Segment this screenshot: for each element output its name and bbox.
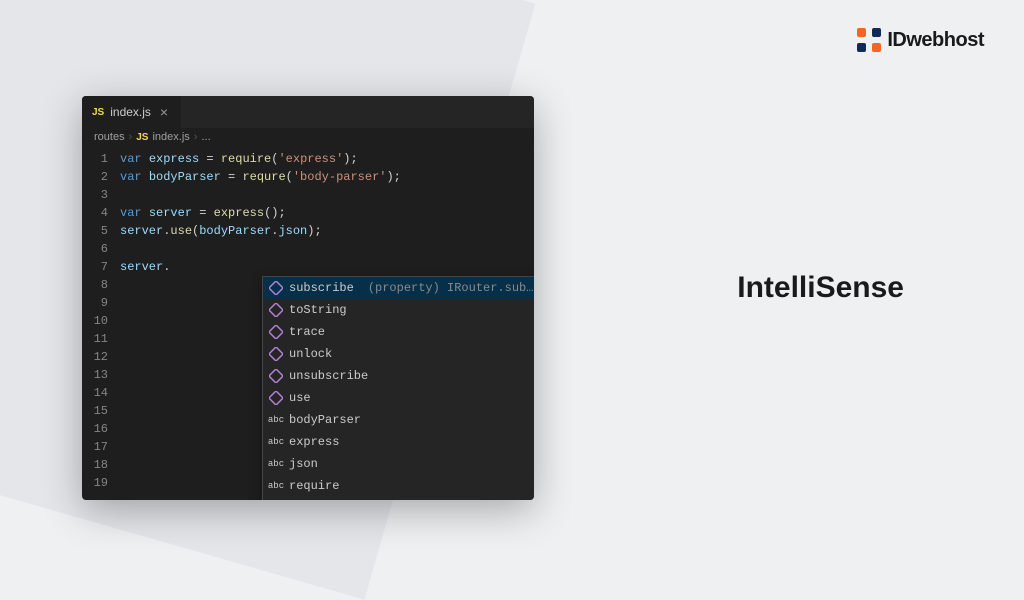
code-line: 7server.	[82, 258, 534, 276]
word-icon: abc	[269, 479, 283, 493]
suggestion-label: bodyParser	[289, 411, 361, 429]
breadcrumb-item[interactable]: index.js	[152, 131, 189, 143]
line-number: 18	[82, 456, 120, 474]
intellisense-suggestion[interactable]: abc require	[263, 475, 534, 497]
suggestion-label: requre	[289, 499, 332, 500]
code-area[interactable]: 1var express = require('express'); 2var …	[82, 146, 534, 500]
code-line: 1var express = require('express');	[82, 150, 534, 168]
code-line: 4var server = express();	[82, 204, 534, 222]
intellisense-suggestion[interactable]: trace	[263, 321, 534, 343]
suggestion-label: trace	[289, 323, 325, 341]
suggestion-label: toString	[289, 301, 347, 319]
suggestion-label: unlock	[289, 345, 332, 363]
method-icon	[269, 303, 283, 317]
line-number: 11	[82, 330, 120, 348]
chevron-right-icon: ›	[129, 131, 133, 143]
code-line: 2var bodyParser = requre('body-parser');	[82, 168, 534, 186]
line-number: 7	[82, 258, 120, 276]
line-number: 5	[82, 222, 120, 240]
js-file-icon: JS	[92, 107, 104, 118]
line-number: 16	[82, 420, 120, 438]
line-number: 3	[82, 186, 120, 204]
method-icon	[269, 391, 283, 405]
line-number: 15	[82, 402, 120, 420]
suggestion-label: use	[289, 389, 311, 407]
code-line: 6	[82, 240, 534, 258]
suggestion-label: express	[289, 433, 339, 451]
editor-tab[interactable]: JS index.js ×	[82, 96, 181, 128]
line-number: 2	[82, 168, 120, 186]
line-number: 10	[82, 312, 120, 330]
intellisense-suggestion[interactable]: subscribe (property) IRouter.subscribe: I…	[263, 277, 534, 299]
editor-tab-bar: JS index.js ×	[82, 96, 534, 128]
line-number: 4	[82, 204, 120, 222]
word-icon: abc	[269, 457, 283, 471]
method-icon	[269, 281, 283, 295]
breadcrumb-item[interactable]: routes	[94, 131, 125, 143]
breadcrumb-item[interactable]: ...	[201, 131, 210, 143]
method-icon	[269, 369, 283, 383]
chevron-right-icon: ›	[194, 131, 198, 143]
intellisense-suggestion[interactable]: abc express	[263, 431, 534, 453]
breadcrumb[interactable]: routes › JS index.js › ...	[82, 128, 534, 146]
intellisense-suggestion[interactable]: unlock	[263, 343, 534, 365]
brand-logo-mark	[857, 28, 881, 52]
intellisense-suggestion[interactable]: use	[263, 387, 534, 409]
suggestion-label: json	[289, 455, 318, 473]
word-icon: abc	[269, 413, 283, 427]
method-icon	[269, 347, 283, 361]
brand-logo: IDwebhost	[857, 28, 984, 52]
line-number: 17	[82, 438, 120, 456]
intellisense-popup[interactable]: subscribe (property) IRouter.subscribe: I…	[262, 276, 534, 500]
close-icon[interactable]: ×	[157, 104, 171, 120]
line-number: 8	[82, 276, 120, 294]
line-number: 19	[82, 474, 120, 492]
feature-title: IntelliSense	[737, 271, 904, 305]
word-icon: abc	[269, 435, 283, 449]
suggestion-label: unsubscribe	[289, 367, 368, 385]
suggestion-detail: (property) IRouter.subscribe: IRouter…	[368, 279, 534, 297]
line-number: 13	[82, 366, 120, 384]
line-number: 1	[82, 150, 120, 168]
intellisense-suggestion[interactable]: abcrequre	[263, 497, 534, 500]
line-number: 9	[82, 294, 120, 312]
brand-logo-text: IDwebhost	[887, 29, 984, 52]
tab-filename: index.js	[110, 105, 151, 119]
intellisense-suggestion[interactable]: unsubscribe	[263, 365, 534, 387]
line-number: 14	[82, 384, 120, 402]
intellisense-suggestion[interactable]: toString	[263, 299, 534, 321]
intellisense-suggestion[interactable]: abc bodyParser	[263, 409, 534, 431]
suggestion-label: require	[289, 477, 339, 495]
intellisense-suggestion[interactable]: abcjson	[263, 453, 534, 475]
suggestion-label: subscribe	[289, 279, 354, 297]
code-editor-window: JS index.js × routes › JS index.js › ...…	[82, 96, 534, 500]
line-number: 6	[82, 240, 120, 258]
js-file-icon: JS	[136, 132, 148, 143]
code-line: 3	[82, 186, 534, 204]
method-icon	[269, 325, 283, 339]
line-number: 12	[82, 348, 120, 366]
code-line: 5server.use(bodyParser.json);	[82, 222, 534, 240]
